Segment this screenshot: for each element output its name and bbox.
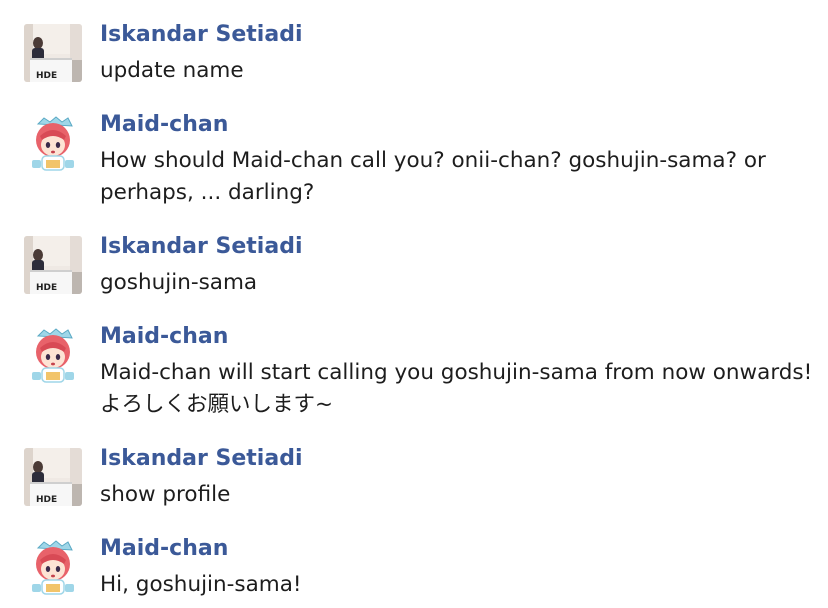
message-line: How should Maid-chan call you? onii-chan…	[100, 148, 766, 173]
message-line: perhaps, ... darling?	[100, 180, 315, 205]
message-line: Maid-chan will start calling you goshuji…	[100, 360, 813, 385]
message-line: goshujin-sama	[100, 270, 258, 295]
sender-name[interactable]: Iskandar Setiadi	[100, 445, 302, 473]
maid-chan-avatar-icon[interactable]	[24, 326, 82, 384]
user-photo-icon[interactable]: HDE	[24, 448, 82, 506]
maid-chan-avatar-icon[interactable]	[24, 114, 82, 172]
chat-message-list: HDE Iskandar Setiadi update name Maid-ch…	[0, 0, 828, 608]
message-line: Hi, goshujin-sama!	[100, 572, 302, 597]
message-text: show profile	[100, 479, 815, 511]
sender-name[interactable]: Maid-chan	[100, 323, 228, 351]
user-photo-icon[interactable]: HDE	[24, 24, 82, 82]
svg-text:HDE: HDE	[36, 71, 57, 81]
message-line: よろしくお願いします~	[100, 392, 334, 417]
message-line: update name	[100, 58, 244, 83]
svg-text:HDE: HDE	[36, 283, 57, 293]
message-text: How should Maid-chan call you? onii-chan…	[100, 145, 815, 209]
message-text: update name	[100, 55, 815, 87]
message-text: Maid-chan will start calling you goshuji…	[100, 357, 815, 421]
maid-chan-avatar-icon[interactable]	[24, 538, 82, 596]
user-photo-icon[interactable]: HDE	[24, 236, 82, 294]
message-text: goshujin-sama	[100, 267, 815, 299]
sender-name[interactable]: Maid-chan	[100, 535, 228, 563]
message-line: show profile	[100, 482, 231, 507]
sender-name[interactable]: Iskandar Setiadi	[100, 233, 302, 261]
svg-text:HDE: HDE	[36, 495, 57, 505]
message-text: Hi, goshujin-sama!	[100, 569, 815, 601]
sender-name[interactable]: Maid-chan	[100, 111, 228, 139]
sender-name[interactable]: Iskandar Setiadi	[100, 21, 302, 49]
